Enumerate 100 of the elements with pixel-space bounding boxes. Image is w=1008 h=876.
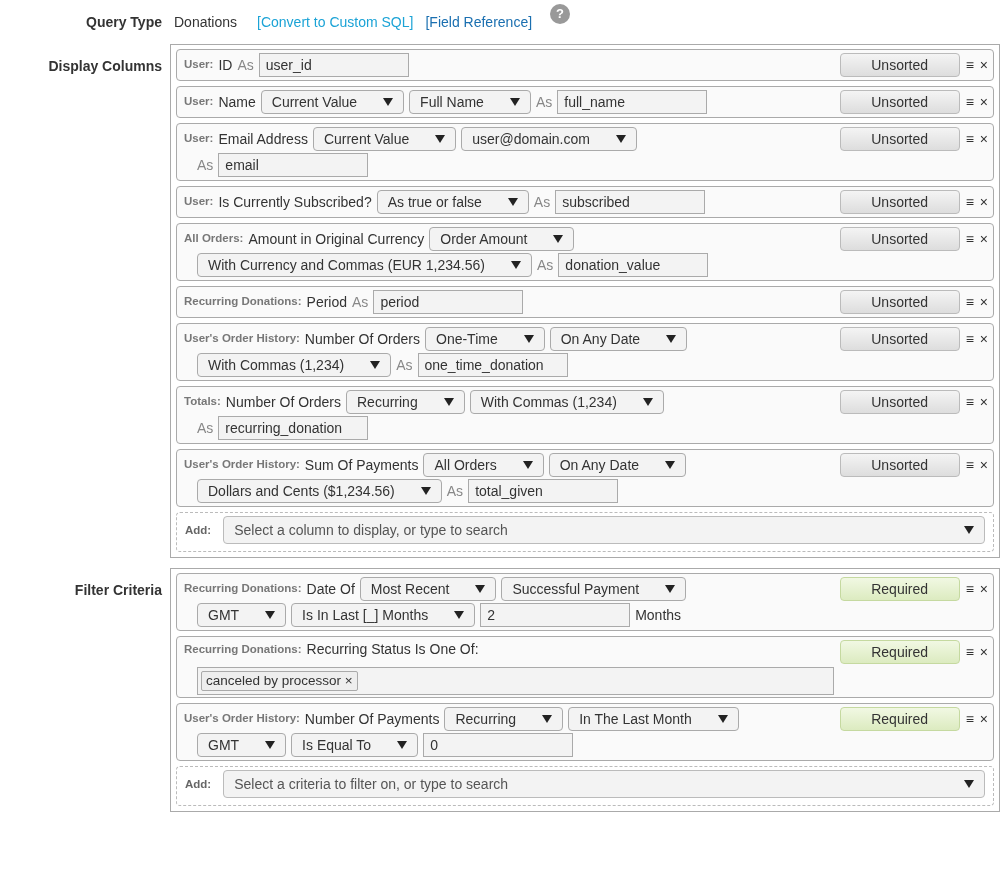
drag-handle[interactable]: ≡ [965, 53, 974, 77]
text-field[interactable]: email [218, 153, 369, 177]
drag-handle[interactable]: ≡ [965, 127, 974, 151]
dropdown[interactable]: user@domain.com [461, 127, 637, 151]
source-label: User: [184, 194, 214, 210]
text-field[interactable]: one_time_donation [417, 353, 568, 377]
text-field[interactable]: period [373, 290, 524, 314]
remove-button[interactable]: × [979, 327, 988, 351]
text-field[interactable]: total_given [468, 479, 619, 503]
dropdown[interactable]: With Commas (1,234) [469, 390, 664, 414]
dropdown[interactable]: Current Value [312, 127, 457, 151]
text-field[interactable]: full_name [557, 90, 708, 114]
sort-button[interactable]: Unsorted [839, 390, 960, 414]
caret-icon [553, 235, 564, 243]
sort-button[interactable]: Unsorted [839, 227, 960, 251]
caret-icon [370, 361, 381, 369]
link[interactable]: [Field Reference] [425, 11, 533, 33]
sort-button[interactable]: Unsorted [839, 290, 960, 314]
source-label: User: [184, 57, 214, 73]
remove-button[interactable]: × [979, 640, 988, 664]
text-field[interactable]: user_id [258, 53, 409, 77]
dropdown[interactable]: Current Value [260, 90, 405, 114]
remove-button[interactable]: × [979, 53, 988, 77]
dropdown[interactable]: Full Name [409, 90, 531, 114]
as-label: As [396, 355, 413, 375]
dropdown[interactable]: Dollars and Cents ($1,234.56) [197, 479, 442, 503]
caret-icon [615, 135, 626, 143]
caret-icon [435, 135, 446, 143]
drag-handle[interactable]: ≡ [965, 90, 974, 114]
drag-handle[interactable]: ≡ [965, 390, 974, 414]
source-label: User: [184, 131, 214, 147]
dropdown[interactable]: Most Recent [359, 577, 497, 601]
drag-handle[interactable]: ≡ [965, 290, 974, 314]
sort-button[interactable]: Unsorted [839, 127, 960, 151]
drag-handle[interactable]: ≡ [965, 327, 974, 351]
remove-button[interactable]: × [979, 290, 988, 314]
as-label: As [535, 92, 553, 112]
dropdown[interactable]: GMT [197, 603, 287, 627]
source-label: All Orders: [184, 231, 244, 247]
remove-button[interactable]: × [979, 390, 988, 414]
add-dropdown[interactable]: Select a criteria to filter on, or type to search [223, 770, 985, 798]
field-name: Period [306, 292, 348, 312]
add-dropdown[interactable]: Select a column to display, or type to search [223, 516, 985, 544]
text-field[interactable]: recurring_donation [218, 416, 369, 440]
source-label: User's Order History: [184, 457, 300, 473]
sort-button[interactable]: Unsorted [839, 53, 960, 77]
as-label: As [237, 55, 254, 75]
field-name: Number Of Orders [304, 329, 420, 349]
dropdown[interactable]: As true or false [376, 190, 529, 214]
drag-handle[interactable]: ≡ [965, 190, 974, 214]
tag[interactable]: canceled by processor × [201, 671, 358, 691]
field-name: Date Of [306, 579, 355, 599]
required-button[interactable]: Required [839, 640, 960, 664]
remove-button[interactable]: × [979, 707, 988, 731]
dropdown[interactable]: All Orders [423, 453, 544, 477]
dropdown[interactable]: Successful Payment [501, 577, 687, 601]
dropdown[interactable]: Recurring [444, 707, 564, 731]
dropdown[interactable]: Recurring [346, 390, 465, 414]
field-name: Sum Of Payments [304, 455, 419, 475]
required-button[interactable]: Required [839, 707, 960, 731]
remove-button[interactable]: × [979, 453, 988, 477]
text-field[interactable]: subscribed [555, 190, 706, 214]
section-label: Display Columns [47, 57, 162, 76]
sort-button[interactable]: Unsorted [839, 190, 960, 214]
tag-field[interactable]: canceled by processor × [197, 667, 834, 695]
text-field[interactable]: donation_value [558, 253, 709, 277]
dropdown[interactable]: With Commas (1,234) [197, 353, 392, 377]
dropdown[interactable]: On Any Date [549, 327, 688, 351]
dropdown[interactable]: Is Equal To [291, 733, 419, 757]
dropdown[interactable]: Order Amount [429, 227, 575, 251]
drag-handle[interactable]: ≡ [965, 577, 974, 601]
caret-icon [666, 335, 677, 343]
dropdown[interactable]: With Currency and Commas (EUR 1,234.56) [197, 253, 532, 277]
source-label: Recurring Donations: [184, 581, 302, 597]
unit-label: Months [635, 605, 682, 625]
remove-button[interactable]: × [979, 227, 988, 251]
drag-handle[interactable]: ≡ [965, 227, 974, 251]
dropdown[interactable]: In The Last Month [568, 707, 739, 731]
dropdown[interactable]: On Any Date [548, 453, 687, 477]
sort-button[interactable]: Unsorted [839, 453, 960, 477]
sort-button[interactable]: Unsorted [839, 90, 960, 114]
drag-handle[interactable]: ≡ [965, 640, 974, 664]
required-button[interactable]: Required [839, 577, 960, 601]
remove-button[interactable]: × [979, 127, 988, 151]
caret-icon [420, 487, 431, 495]
drag-handle[interactable]: ≡ [965, 707, 974, 731]
field-label: Query Type [85, 12, 162, 32]
drag-handle[interactable]: ≡ [965, 453, 974, 477]
dropdown[interactable]: One-Time [425, 327, 545, 351]
sort-button[interactable]: Unsorted [839, 327, 960, 351]
as-label: As [197, 418, 214, 438]
text-field[interactable]: 0 [423, 733, 574, 757]
remove-button[interactable]: × [979, 577, 988, 601]
dropdown[interactable]: GMT [197, 733, 287, 757]
dropdown[interactable]: Is In Last [_] Months [291, 603, 476, 627]
caret-icon [511, 261, 521, 269]
remove-button[interactable]: × [979, 190, 988, 214]
remove-button[interactable]: × [979, 90, 988, 114]
text-field[interactable]: 2 [480, 603, 631, 627]
field-name: Name [218, 92, 256, 112]
